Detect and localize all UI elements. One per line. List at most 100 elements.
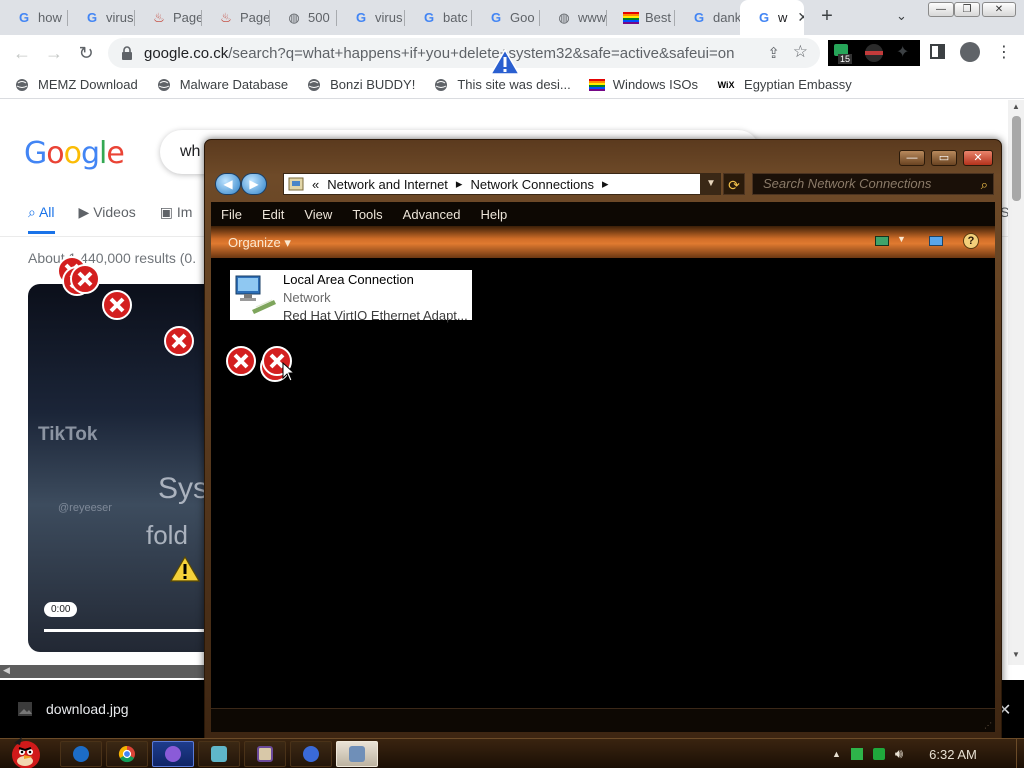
- bookmark-item[interactable]: Malware Database: [156, 77, 288, 93]
- share-icon[interactable]: ⇪: [767, 44, 780, 62]
- tab-all[interactable]: ⌕ All: [28, 204, 55, 234]
- url-text[interactable]: google.co.ck/search?q=what+happens+if+yo…: [144, 45, 744, 62]
- window-close-button[interactable]: ✕: [963, 150, 993, 166]
- video-result-player[interactable]: TikTok @reyeeser Sys fold 0:00: [28, 284, 228, 652]
- menu-edit[interactable]: Edit: [252, 207, 294, 222]
- url-path: /search?q=what+happens+if+you+delete+sys…: [228, 44, 735, 62]
- browser-tab[interactable]: ◍ 500: [270, 0, 337, 35]
- horizontal-scrollbar[interactable]: ◀: [0, 665, 205, 678]
- bookmark-item[interactable]: This site was desi...: [433, 77, 571, 93]
- browser-tab[interactable]: G how: [0, 0, 68, 35]
- scroll-left-arrow-icon[interactable]: ◀: [3, 665, 10, 676]
- side-panel-icon[interactable]: [930, 44, 945, 59]
- bookmark-star-icon[interactable]: ☆: [793, 42, 808, 62]
- bookmark-item[interactable]: Windows ISOs: [588, 77, 698, 93]
- start-button-angry-bird-icon[interactable]: [0, 733, 50, 768]
- forward-arrow-icon[interactable]: ▶: [241, 173, 267, 195]
- volume-icon[interactable]: 🔊︎: [895, 746, 903, 762]
- explorer-search-input[interactable]: Search Network Connections ⌕: [752, 173, 994, 195]
- back-arrow-icon[interactable]: ←: [10, 41, 34, 65]
- tab-images[interactable]: ▣ Im: [160, 204, 193, 234]
- search-icon[interactable]: ⌕: [981, 175, 988, 195]
- refresh-icon[interactable]: ⟳: [723, 173, 745, 195]
- scroll-up-arrow-icon[interactable]: ▲: [1012, 102, 1020, 111]
- error-icon: [70, 264, 100, 294]
- system-tray: ▲ 🔊︎ 6:32 AM: [822, 739, 1024, 768]
- search-placeholder: Search Network Connections: [763, 176, 932, 191]
- extension-badge: 15: [838, 54, 853, 64]
- browser-tab[interactable]: G Goo: [472, 0, 540, 35]
- reload-icon[interactable]: ↻: [74, 41, 98, 65]
- forward-arrow-icon[interactable]: →: [42, 41, 66, 65]
- menu-file[interactable]: File: [211, 207, 252, 222]
- menu-advanced[interactable]: Advanced: [393, 207, 471, 222]
- close-tab-icon[interactable]: ✕: [797, 9, 804, 26]
- tray-app-icon[interactable]: [850, 748, 863, 760]
- window-maximize-button[interactable]: ▭: [931, 150, 957, 166]
- tiktok-handle: @reyeeser: [58, 502, 112, 514]
- organize-button[interactable]: Organize ▾: [228, 235, 291, 251]
- tab-videos[interactable]: ▶ Videos: [79, 204, 136, 234]
- tab-search-button[interactable]: ⌄: [896, 8, 907, 24]
- scroll-down-arrow-icon[interactable]: ▼: [1012, 650, 1020, 659]
- download-item[interactable]: download.jpg: [16, 700, 129, 718]
- address-dropdown-icon[interactable]: ▼: [701, 173, 721, 195]
- scroll-thumb[interactable]: [1012, 116, 1021, 201]
- chevron-down-icon[interactable]: ▼: [897, 234, 906, 244]
- browser-tab[interactable]: ♨ Page: [202, 0, 270, 35]
- breadcrumb-separator[interactable]: ▸: [456, 176, 463, 192]
- taskbar-button[interactable]: [244, 741, 286, 767]
- breadcrumb-item[interactable]: Network and Internet: [327, 177, 448, 192]
- network-connections-window[interactable]: — ▭ ✕ ◀ ▶ « Network and Internet ▸ Netwo…: [204, 139, 1002, 739]
- taskbar-button-selected[interactable]: [336, 741, 378, 767]
- menu-tools[interactable]: Tools: [342, 207, 392, 222]
- restore-button[interactable]: ❐: [954, 2, 980, 17]
- google-logo[interactable]: Google: [24, 136, 125, 171]
- back-arrow-icon[interactable]: ◀: [215, 173, 241, 195]
- explorer-file-list[interactable]: Local Area Connection Network Red Hat Vi…: [211, 258, 995, 708]
- bookmark-item[interactable]: MEMZ Download: [14, 77, 138, 93]
- browser-menu-icon[interactable]: ⋮: [996, 42, 1012, 62]
- browser-tab[interactable]: G dank: [675, 0, 740, 35]
- page-scrollbar[interactable]: ▲ ▼: [1008, 100, 1024, 665]
- browser-tab[interactable]: ◍ www: [540, 0, 607, 35]
- clock[interactable]: 6:32 AM: [929, 747, 977, 762]
- taskbar-button[interactable]: [290, 741, 332, 767]
- bookmark-item[interactable]: WiX Egyptian Embassy: [716, 77, 852, 93]
- change-view-icon[interactable]: [875, 236, 889, 246]
- media-icon: [303, 746, 319, 762]
- preview-pane-icon[interactable]: [929, 236, 943, 246]
- profile-avatar-icon[interactable]: [960, 42, 980, 62]
- breadcrumb-separator[interactable]: ▸: [602, 176, 609, 192]
- result-stats: About 1,440,000 results (0.: [28, 250, 197, 266]
- taskbar-button[interactable]: [198, 741, 240, 767]
- tray-expand-arrow-icon[interactable]: ▲: [832, 749, 841, 759]
- address-bar[interactable]: google.co.ck/search?q=what+happens+if+yo…: [108, 38, 820, 68]
- network-connection-item[interactable]: Local Area Connection Network Red Hat Vi…: [230, 270, 472, 323]
- browser-tab[interactable]: Best: [607, 0, 675, 35]
- window-minimize-button[interactable]: —: [899, 150, 925, 166]
- close-window-button[interactable]: ✕: [982, 2, 1016, 17]
- taskbar-button[interactable]: [60, 741, 102, 767]
- menu-view[interactable]: View: [294, 207, 342, 222]
- taskbar-button[interactable]: [106, 741, 148, 767]
- extensions-puzzle-icon[interactable]: ✦: [896, 42, 909, 62]
- taskbar-button-active[interactable]: [152, 741, 194, 767]
- browser-tab[interactable]: G batc: [405, 0, 472, 35]
- bookmark-item[interactable]: Bonzi BUDDY!: [306, 77, 415, 93]
- resize-grip-icon[interactable]: ⋰: [984, 721, 992, 730]
- video-progress-bar[interactable]: [44, 629, 228, 632]
- browser-tab-active[interactable]: G w ✕: [740, 0, 804, 35]
- menu-help[interactable]: Help: [471, 207, 518, 222]
- help-icon[interactable]: ?: [963, 233, 979, 249]
- breadcrumb-prefix[interactable]: «: [312, 177, 319, 192]
- browser-tab[interactable]: ♨ Page: [135, 0, 202, 35]
- breadcrumb-item[interactable]: Network Connections: [470, 177, 594, 192]
- new-tab-button[interactable]: +: [816, 6, 838, 28]
- browser-tab[interactable]: G virus: [68, 0, 135, 35]
- minimize-button[interactable]: —: [928, 2, 954, 17]
- explorer-address-bar[interactable]: « Network and Internet ▸ Network Connect…: [283, 173, 701, 195]
- network-tray-icon[interactable]: [872, 748, 885, 760]
- show-desktop-button[interactable]: [1016, 739, 1024, 768]
- browser-tab[interactable]: G virus: [337, 0, 405, 35]
